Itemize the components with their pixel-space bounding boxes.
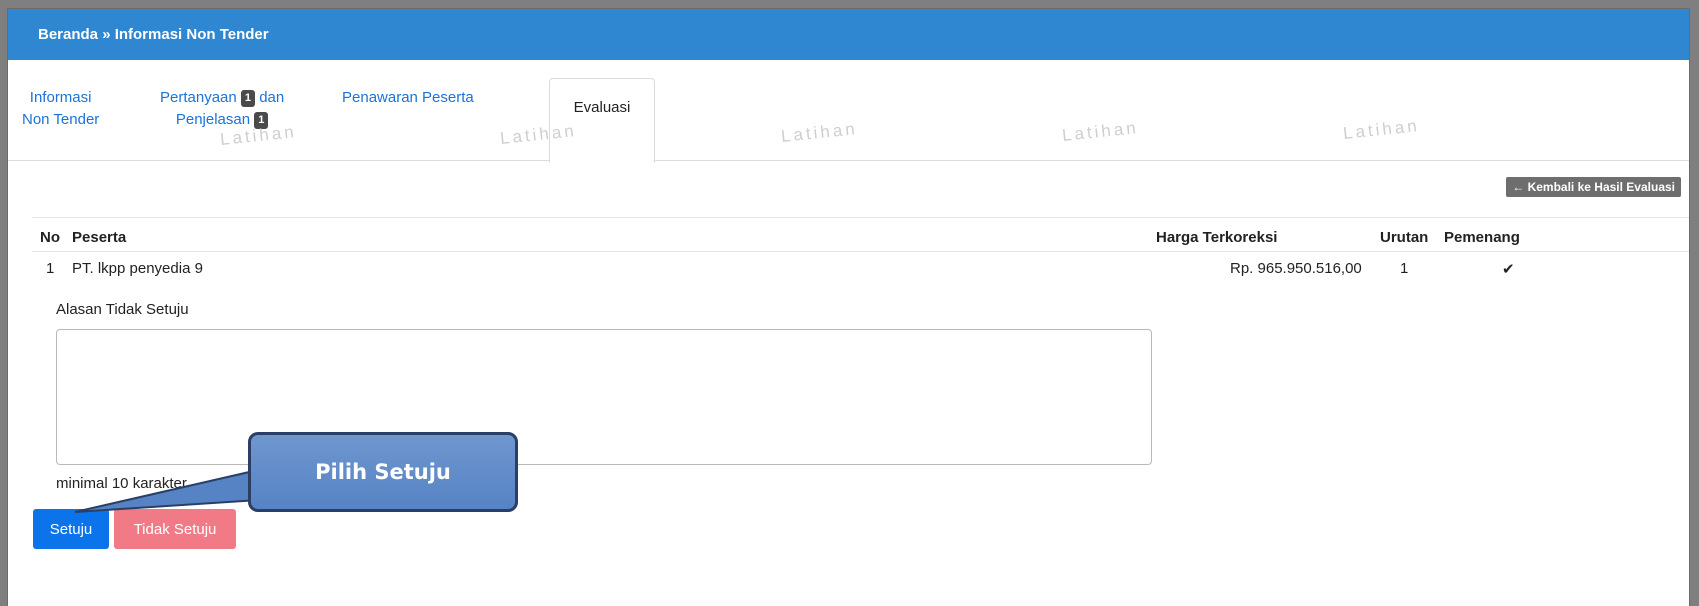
column-header-harga: Harga Terkoreksi [1156,229,1278,246]
tab-label: Evaluasi [573,99,631,116]
tab-label: Penawaran Peserta [342,89,474,106]
tab-bar: Informasi Non Tender Pertanyaan 1 dan Pe… [8,60,1689,163]
tab-informasi-non-tender[interactable]: Informasi Non Tender [22,87,99,131]
callout-pilih-setuju: Pilih Setuju [248,432,518,512]
breadcrumb: Beranda » Informasi Non Tender [8,9,1689,60]
winner-check-icon: ✔ [1502,261,1515,278]
column-header-urutan: Urutan [1380,229,1429,246]
divider [32,217,1689,218]
tab-label-line1: Informasi [29,89,92,106]
tab-penawaran-peserta[interactable]: Penawaran Peserta [342,87,474,109]
reject-button[interactable]: Tidak Setuju [114,509,236,549]
cell-harga: Rp. 965.950.516,00 [1230,260,1362,277]
column-header-pemenang: Pemenang [1444,229,1520,246]
watermark-text: Latihan [1061,118,1140,145]
explanation-count-badge: 1 [254,111,269,129]
page-frame: Beranda » Informasi Non Tender Informasi… [8,9,1689,606]
column-header-no: No [40,229,60,246]
tab-label-line2: Non Tender [22,111,100,128]
column-header-peserta: Peserta [72,229,127,246]
tab-label-pertanyaan: Pertanyaan [160,89,237,106]
reason-textarea[interactable] [56,329,1152,465]
tab-label-penjelasan: Penjelasan [175,111,251,128]
breadcrumb-text[interactable]: Beranda » Informasi Non Tender [38,26,269,43]
cell-urutan: 1 [1400,260,1409,277]
question-count-badge: 1 [240,89,256,107]
back-to-evaluation-button[interactable]: ← Kembali ke Hasil Evaluasi [1506,177,1681,197]
tab-evaluasi[interactable]: Evaluasi [549,78,655,163]
watermark-text: Latihan [1342,116,1421,143]
watermark-text: Latihan [780,119,859,146]
tab-label-dan: dan [259,89,285,106]
reason-label: Alasan Tidak Setuju [56,301,189,318]
tab-label-line2: Penjelasan 1 [160,109,284,131]
tab-label-line1: Pertanyaan 1 dan [160,87,284,109]
cell-no: 1 [46,260,55,277]
row-divider [32,251,1689,252]
help-text: minimal 10 karakter [56,475,187,492]
tab-pertanyaan-penjelasan[interactable]: Pertanyaan 1 dan Penjelasan 1 [160,87,284,131]
approve-button[interactable]: Setuju [33,509,109,549]
cell-peserta: PT. lkpp penyedia 9 [72,260,203,277]
